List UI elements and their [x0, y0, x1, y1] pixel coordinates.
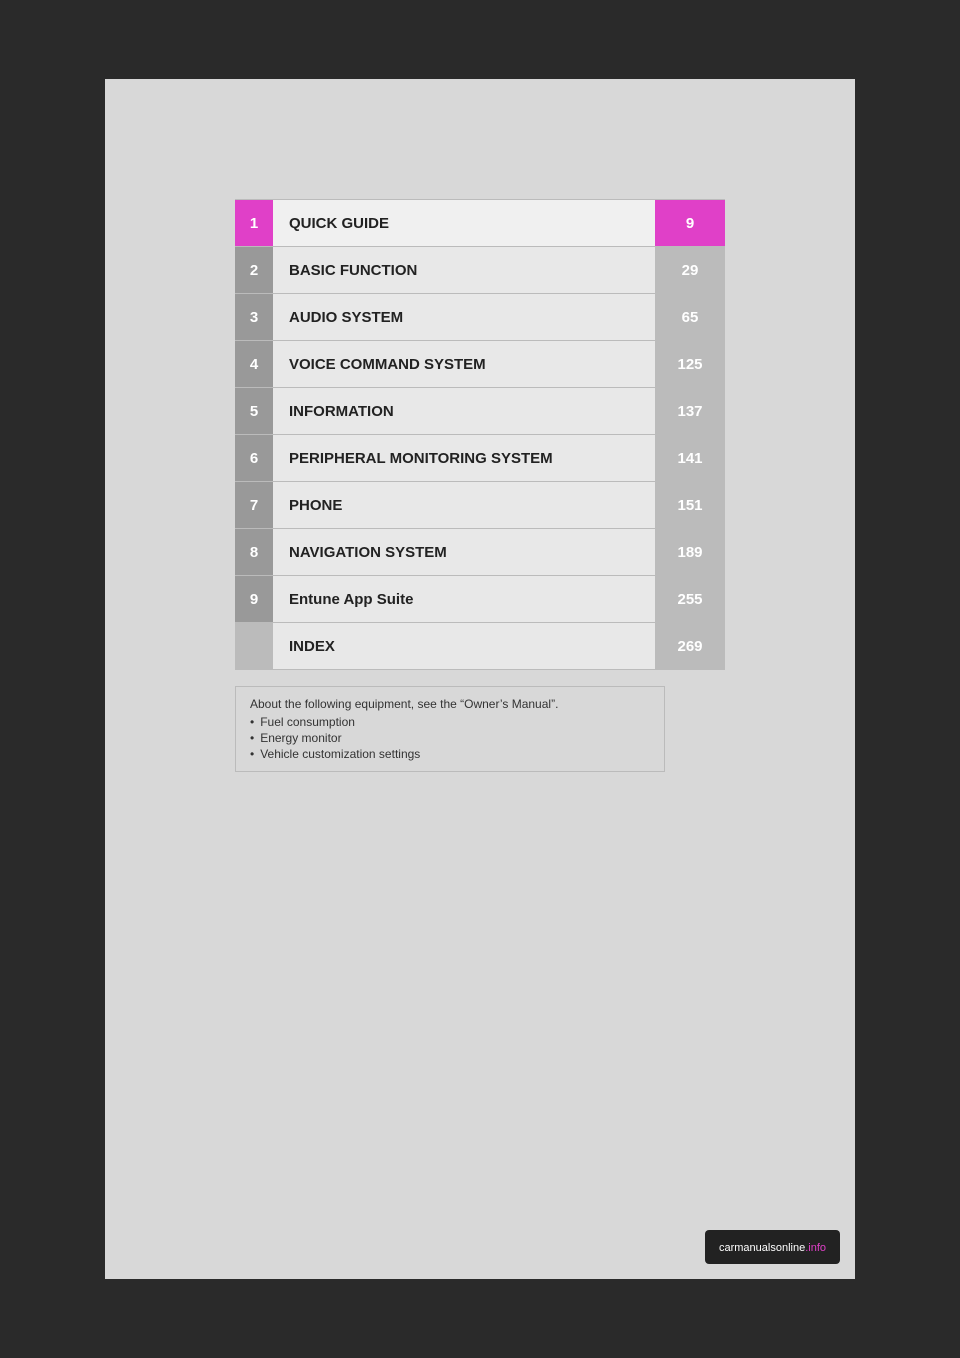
- toc-row-row-3[interactable]: 3AUDIO SYSTEM65: [235, 294, 725, 341]
- toc-label-row-2: BASIC FUNCTION: [273, 247, 655, 293]
- toc-label-row-1: QUICK GUIDE: [273, 200, 655, 246]
- toc-number-row-3: 3: [235, 294, 273, 340]
- toc-label-row-5: INFORMATION: [273, 388, 655, 434]
- toc-page-row-8: 189: [655, 529, 725, 575]
- toc-row-row-5[interactable]: 5INFORMATION137: [235, 388, 725, 435]
- toc-row-row-7[interactable]: 7PHONE151: [235, 482, 725, 529]
- toc-page-row-5: 137: [655, 388, 725, 434]
- toc-number-row-5: 5: [235, 388, 273, 434]
- toc-page-row-2: 29: [655, 247, 725, 293]
- site-logo-text: carmanualsonline.info: [719, 1242, 826, 1254]
- toc-number-row-6: 6: [235, 435, 273, 481]
- toc-number-row-2: 2: [235, 247, 273, 293]
- site-logo: carmanualsonline.info: [705, 1230, 840, 1264]
- toc-number-row-7: 7: [235, 482, 273, 528]
- toc-page-row-3: 65: [655, 294, 725, 340]
- toc-number-row-9: 9: [235, 576, 273, 622]
- note-box: About the following equipment, see the “…: [235, 686, 665, 772]
- toc-page-row-7: 151: [655, 482, 725, 528]
- toc-label-row-8: NAVIGATION SYSTEM: [273, 529, 655, 575]
- toc-number-row-8: 8: [235, 529, 273, 575]
- toc-row-row-4[interactable]: 4VOICE COMMAND SYSTEM125: [235, 341, 725, 388]
- toc-row-row-8[interactable]: 8NAVIGATION SYSTEM189: [235, 529, 725, 576]
- note-title: About the following equipment, see the “…: [250, 697, 650, 711]
- toc-page-row-6: 141: [655, 435, 725, 481]
- toc-label-row-4: VOICE COMMAND SYSTEM: [273, 341, 655, 387]
- toc-row-row-2[interactable]: 2BASIC FUNCTION29: [235, 247, 725, 294]
- toc-row-row-index[interactable]: INDEX269: [235, 623, 725, 670]
- toc-label-row-index: INDEX: [273, 623, 655, 669]
- toc-row-row-6[interactable]: 6PERIPHERAL MONITORING SYSTEM141: [235, 435, 725, 482]
- toc-number-row-1: 1: [235, 200, 273, 246]
- toc-row-row-9[interactable]: 9Entune App Suite255: [235, 576, 725, 623]
- toc-row-row-1[interactable]: 1QUICK GUIDE9: [235, 199, 725, 247]
- table-of-contents: 1QUICK GUIDE92BASIC FUNCTION293AUDIO SYS…: [235, 199, 725, 670]
- toc-page-row-index: 269: [655, 623, 725, 669]
- toc-page-row-4: 125: [655, 341, 725, 387]
- toc-number-row-4: 4: [235, 341, 273, 387]
- toc-page-row-1: 9: [655, 200, 725, 246]
- toc-page-row-9: 255: [655, 576, 725, 622]
- toc-label-row-6: PERIPHERAL MONITORING SYSTEM: [273, 435, 655, 481]
- note-bullet: Fuel consumption: [250, 715, 650, 729]
- manual-page: 1QUICK GUIDE92BASIC FUNCTION293AUDIO SYS…: [105, 79, 855, 1279]
- note-bullet: Energy monitor: [250, 731, 650, 745]
- toc-label-row-3: AUDIO SYSTEM: [273, 294, 655, 340]
- toc-label-row-7: PHONE: [273, 482, 655, 528]
- toc-number-row-index: [235, 623, 273, 669]
- toc-label-row-9: Entune App Suite: [273, 576, 655, 622]
- note-bullet: Vehicle customization settings: [250, 747, 650, 761]
